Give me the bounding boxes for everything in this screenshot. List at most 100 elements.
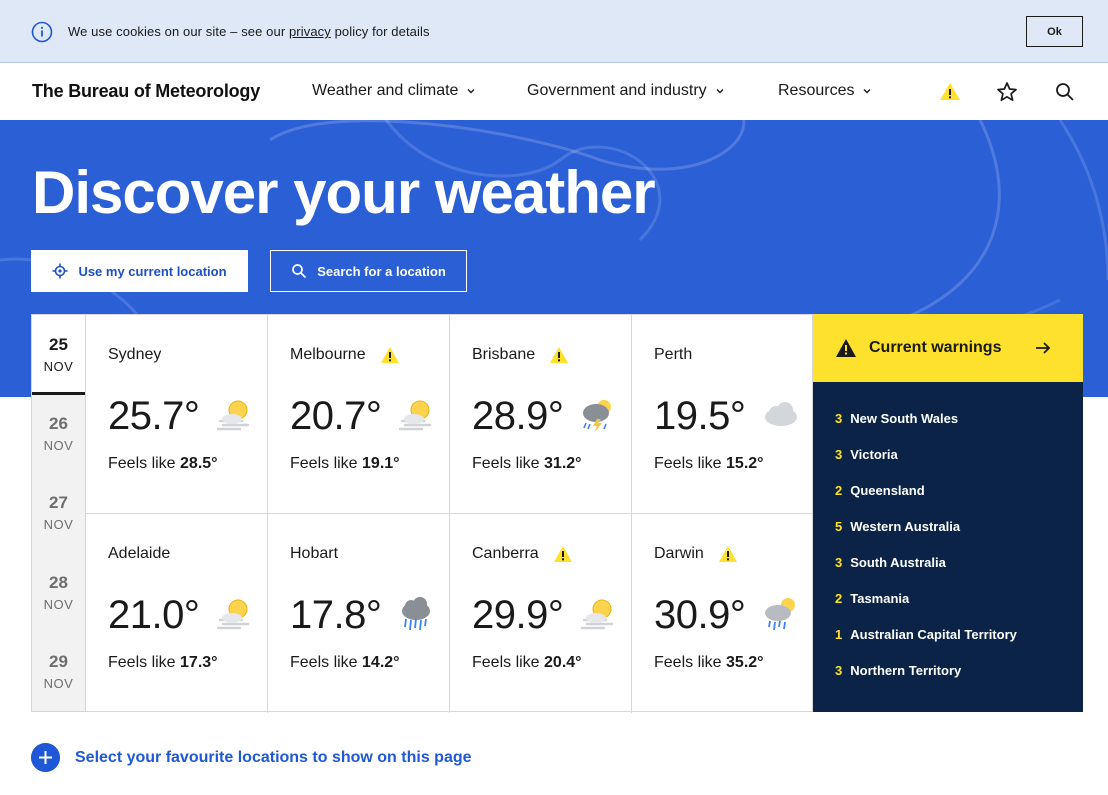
warning-row-northern-territory[interactable]: 3 Northern Territory <box>835 663 961 678</box>
city-name-row: Sydney <box>108 346 161 364</box>
feels-like-value: 20.4° <box>544 654 582 671</box>
locate-icon <box>52 263 68 279</box>
city-temperature: 30.9° <box>654 593 746 637</box>
warning-row-victoria[interactable]: 3 Victoria <box>835 447 898 462</box>
city-temperature: 21.0° <box>108 593 200 637</box>
feels-like-value: 15.2° <box>726 455 764 472</box>
warning-count: 2 <box>835 483 843 498</box>
nav-label: Resources <box>778 82 855 99</box>
feels-like-label: Feels like <box>472 455 545 472</box>
date-tab-29[interactable]: 29 NOV <box>32 652 85 691</box>
search-icon <box>292 264 307 279</box>
favourites-label: Select your favourite locations to show … <box>75 748 472 766</box>
button-label: Search for a location <box>317 263 446 279</box>
current-warnings-link[interactable]: Current warnings <box>813 314 1083 382</box>
mostly-sunny-icon <box>396 395 436 435</box>
city-name-row: Melbourne <box>290 346 400 364</box>
chevron-down-icon <box>863 89 871 94</box>
city-card-melbourne[interactable]: Melbourne 20.7° Feels like 19.1° <box>268 315 450 514</box>
warning-row-south-australia[interactable]: 3 South Australia <box>835 555 946 570</box>
site-logo[interactable]: The Bureau of Meteorology <box>32 81 260 102</box>
warning-state: South Australia <box>850 555 946 570</box>
star-icon[interactable] <box>995 80 1019 104</box>
city-name: Hobart <box>290 545 339 562</box>
warning-row-australian-capital-territory[interactable]: 1 Australian Capital Territory <box>835 627 1017 642</box>
city-name: Darwin <box>654 545 704 562</box>
warning-count: 3 <box>835 663 843 678</box>
city-name-row: Hobart <box>290 545 338 563</box>
nav-weather-and-climate[interactable]: Weather and climate <box>312 82 476 100</box>
city-card-hobart[interactable]: Hobart 17.8° Feels like 14.2° <box>268 514 450 713</box>
use-current-location-button[interactable]: Use my current location <box>31 250 248 292</box>
nav-government-and-industry[interactable]: Government and industry <box>527 82 725 100</box>
feels-like-value: 35.2° <box>726 654 764 671</box>
date-tab-27[interactable]: 27 NOV <box>32 493 85 532</box>
date-month: NOV <box>43 597 74 612</box>
city-card-canberra[interactable]: Canberra 29.9° Feels like 20.4° <box>450 514 632 713</box>
warning-row-western-australia[interactable]: 5 Western Australia <box>835 519 960 534</box>
city-temperature: 19.5° <box>654 394 746 438</box>
warning-count: 3 <box>835 411 843 426</box>
feels-like: Feels like 19.1° <box>290 455 400 473</box>
nav-label: Government and industry <box>527 82 707 99</box>
privacy-link[interactable]: privacy <box>289 24 331 39</box>
cookie-message: We use cookies on our site – see our pri… <box>68 24 430 39</box>
feels-like: Feels like 20.4° <box>472 654 582 672</box>
date-month: NOV <box>43 676 74 691</box>
feels-like: Feels like 15.2° <box>654 455 764 473</box>
select-favourites-link[interactable]: Select your favourite locations to show … <box>31 743 472 772</box>
city-name: Brisbane <box>472 346 536 363</box>
feels-like-label: Feels like <box>654 654 727 671</box>
feels-like-value: 19.1° <box>362 455 400 472</box>
feels-like: Feels like 14.2° <box>290 654 400 672</box>
warning-icon <box>836 339 856 357</box>
chevron-down-icon <box>716 89 724 94</box>
city-card-brisbane[interactable]: Brisbane 28.9° Feels like 31.2° <box>450 315 632 514</box>
feels-like-value: 17.3° <box>180 654 218 671</box>
date-tab-26[interactable]: 26 NOV <box>32 414 85 453</box>
button-label: Use my current location <box>78 263 227 279</box>
warning-row-new-south-wales[interactable]: 3 New South Wales <box>835 411 958 426</box>
city-name: Perth <box>654 346 693 363</box>
nav-resources[interactable]: Resources <box>778 82 872 100</box>
city-card-darwin[interactable]: Darwin 30.9° Feels like 35.2° <box>632 514 814 713</box>
city-name: Sydney <box>108 346 162 363</box>
feels-like-value: 28.5° <box>180 455 218 472</box>
feels-like: Feels like 28.5° <box>108 455 218 473</box>
city-temperature: 17.8° <box>290 593 382 637</box>
warnings-panel: Current warnings 3 New South Wales 3 Victor… <box>813 314 1083 712</box>
warning-state: Victoria <box>850 447 898 462</box>
feels-like-label: Feels like <box>290 654 363 671</box>
city-card-perth[interactable]: Perth 19.5° Feels like 15.2° <box>632 315 814 514</box>
date-tab-25[interactable]: 25 NOV <box>32 315 85 395</box>
city-name-row: Adelaide <box>108 545 170 563</box>
search-location-button[interactable]: Search for a location <box>270 250 467 292</box>
warnings-title: Current warnings <box>869 339 1002 356</box>
date-month: NOV <box>43 517 74 532</box>
mostly-sunny-icon <box>214 395 254 435</box>
search-icon[interactable] <box>1053 80 1077 104</box>
mostly-sunny-icon <box>214 594 254 634</box>
warning-count: 2 <box>835 591 843 606</box>
city-temperature: 25.7° <box>108 394 200 438</box>
cookie-ok-button[interactable]: Ok <box>1026 16 1083 47</box>
feels-like-label: Feels like <box>472 654 545 671</box>
date-day: 25 <box>49 335 68 354</box>
date-tab-28[interactable]: 28 NOV <box>32 573 85 612</box>
city-card-sydney[interactable]: Sydney 25.7° Feels like 28.5° <box>86 315 268 514</box>
warning-icon[interactable] <box>938 80 962 104</box>
city-card-adelaide[interactable]: Adelaide 21.0° Feels like 17.3° <box>86 514 268 713</box>
city-temperature: 20.7° <box>290 394 382 438</box>
warning-state: Tasmania <box>850 591 910 606</box>
city-name: Canberra <box>472 545 539 562</box>
feels-like-label: Feels like <box>654 455 727 472</box>
warning-row-queensland[interactable]: 2 Queensland <box>835 483 925 498</box>
warning-count: 3 <box>835 447 843 462</box>
city-temperature: 29.9° <box>472 593 564 637</box>
city-name: Melbourne <box>290 346 366 363</box>
date-day: 29 <box>49 652 68 671</box>
warning-row-tasmania[interactable]: 2 Tasmania <box>835 591 909 606</box>
date-day: 26 <box>49 414 68 433</box>
feels-like: Feels like 31.2° <box>472 455 582 473</box>
arrow-right-icon <box>1036 342 1051 354</box>
